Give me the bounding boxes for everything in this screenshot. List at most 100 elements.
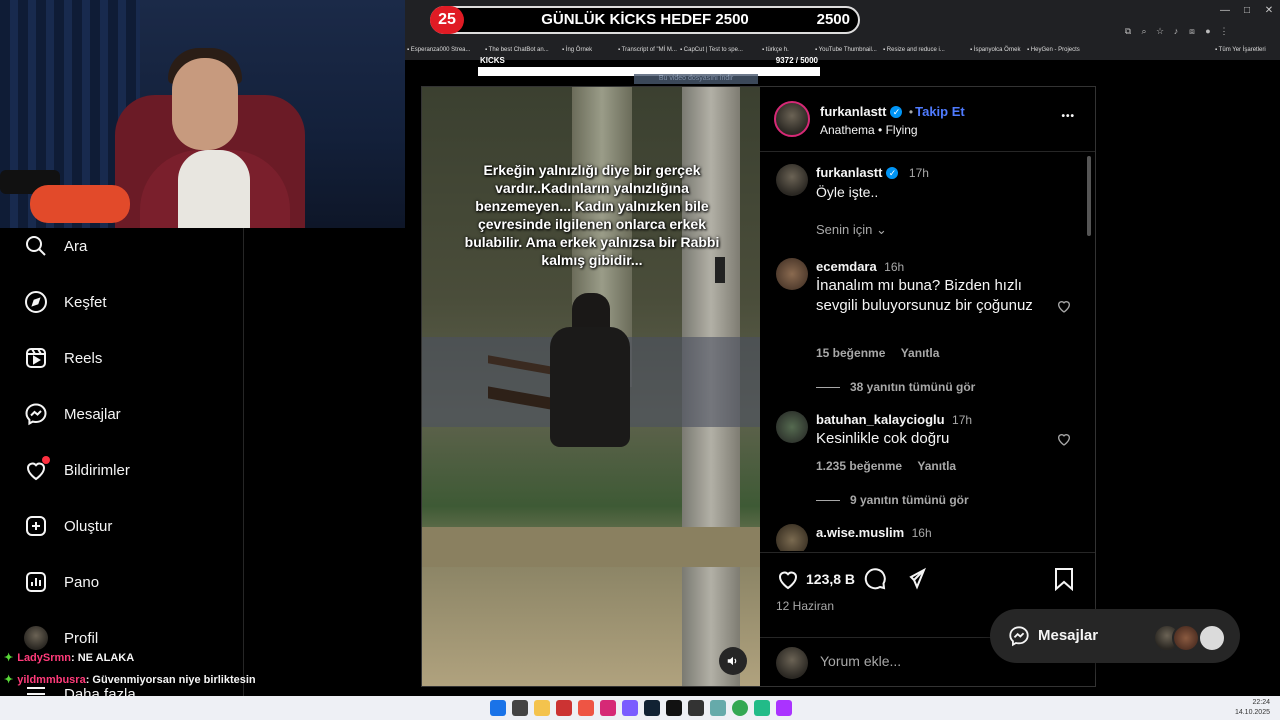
- comment-avatar[interactable]: [776, 524, 808, 551]
- extensions-icon[interactable]: ⧈: [1184, 20, 1200, 42]
- avatar: [24, 626, 48, 650]
- comment-likes[interactable]: 15 beğenme: [816, 346, 885, 360]
- like-comment-icon[interactable]: [1056, 298, 1072, 314]
- app-icon[interactable]: [710, 700, 726, 716]
- bookmark-item[interactable]: ▪ YouTube Thumbnail...: [815, 42, 877, 58]
- post-header: furkanlastt ✓ • Takip Et Anathema • Flying…: [760, 87, 1095, 152]
- goal-title: GÜNLÜK KİCKS HEDEF 2500: [541, 11, 749, 28]
- webcam-feed: [0, 0, 405, 228]
- comment-username[interactable]: a.wise.muslim: [816, 525, 904, 540]
- own-avatar: [776, 647, 808, 679]
- comment-text: Kesinlikle cok doğru: [816, 430, 950, 447]
- author-avatar[interactable]: [776, 164, 808, 196]
- share-icon[interactable]: [902, 567, 926, 591]
- view-replies[interactable]: 38 yanıtın tümünü gör: [816, 380, 975, 394]
- post-modal: Erkeğin yalnızlığı diye bir gerçek vardı…: [421, 86, 1096, 687]
- download-tooltip[interactable]: Bu video dosyasını indir: [634, 74, 758, 84]
- verified-icon: ✓: [886, 166, 899, 179]
- app-icon[interactable]: [622, 700, 638, 716]
- tiktok-icon[interactable]: [666, 700, 682, 716]
- sidebar-item-reels[interactable]: Reels: [24, 340, 102, 376]
- sidebar-item-bildirimler[interactable]: Bildirimler: [24, 452, 130, 488]
- sidebar-item-label: Keşfet: [64, 293, 107, 311]
- app-icon[interactable]: [754, 700, 770, 716]
- comment-avatar[interactable]: [776, 258, 808, 290]
- close-button[interactable]: ✕: [1258, 1, 1280, 21]
- audio-artist: Anathema: [820, 123, 875, 137]
- mute-button[interactable]: [719, 647, 747, 675]
- comment-likes[interactable]: 1.235 beğenme: [816, 459, 902, 473]
- app-icon[interactable]: [578, 700, 594, 716]
- bookmark-item[interactable]: ▪ İspanyolca Örnek: [970, 42, 1020, 58]
- speaker-icon: [727, 656, 737, 666]
- for-you-filter[interactable]: Senin için ⌄: [816, 222, 887, 238]
- reply-button[interactable]: Yanıtla: [901, 346, 940, 360]
- app-icon[interactable]: [776, 700, 792, 716]
- notification-dot: [42, 456, 50, 464]
- like-icon[interactable]: [776, 567, 800, 591]
- goal-target: 2500: [816, 11, 850, 28]
- window-controls: — □ ✕: [1214, 0, 1280, 20]
- sidebar-item-pano[interactable]: Pano: [24, 564, 99, 600]
- sidebar-item-olustur[interactable]: Oluştur: [24, 508, 112, 544]
- audio-song: Flying: [885, 123, 918, 137]
- menu-icon[interactable]: ⋮: [1216, 20, 1232, 42]
- maximize-button[interactable]: □: [1236, 1, 1258, 21]
- audio-info[interactable]: Anathema • Flying: [820, 123, 918, 137]
- kicks-count: 9372 / 5000: [775, 56, 818, 65]
- zoom-icon[interactable]: ⌕: [1136, 20, 1152, 42]
- chat-user: LadySrmn: [17, 652, 72, 664]
- add-comment-input[interactable]: Yorum ekle...: [820, 653, 901, 669]
- save-icon[interactable]: [1053, 567, 1075, 591]
- comment-username[interactable]: ecemdara: [816, 259, 877, 274]
- like-comment-icon[interactable]: [1056, 431, 1072, 447]
- chat-message: ✦ yildmmbusra: Güvenmiyorsan niye birlikt…: [4, 673, 256, 686]
- comment-username[interactable]: furkanlastt: [816, 165, 882, 180]
- audio-icon[interactable]: ♪: [1168, 20, 1184, 42]
- sidebar-item-kesfet[interactable]: Keşfet: [24, 284, 107, 320]
- app-icon[interactable]: [688, 700, 704, 716]
- scrollbar[interactable]: [1087, 156, 1091, 236]
- reel-video[interactable]: Erkeğin yalnızlığı diye bir gerçek vardı…: [422, 87, 760, 686]
- sidebar-item-label: Reels: [64, 349, 103, 367]
- star-icon[interactable]: ☆: [1152, 20, 1168, 42]
- chat-user: yildmmbusra: [17, 674, 86, 686]
- install-icon[interactable]: ⧉: [1120, 20, 1136, 42]
- comment-avatar[interactable]: [776, 411, 808, 443]
- bookmark-item[interactable]: ▪ HeyGen - Projects: [1027, 42, 1080, 58]
- comment-time: 16h: [911, 526, 932, 540]
- author-avatar[interactable]: [774, 101, 810, 137]
- minimize-button[interactable]: —: [1214, 1, 1236, 21]
- sidebar-item-mesajlar[interactable]: Mesajlar: [24, 396, 121, 432]
- sidebar-item-label: Mesajlar: [64, 405, 121, 423]
- comment-username[interactable]: batuhan_kalaycioglu: [816, 412, 945, 427]
- clock-time: 22:24: [1252, 699, 1270, 706]
- comment-text: Öyle işte..: [816, 184, 879, 200]
- author-username[interactable]: furkanlastt: [820, 104, 886, 119]
- bookmark-item[interactable]: ▪ Esperanza000 Strea...: [407, 42, 471, 58]
- avatar: [1198, 624, 1226, 652]
- app-icon[interactable]: [644, 700, 660, 716]
- sidebar-item-label: Pano: [64, 573, 100, 591]
- sidebar-item-label: Profil: [64, 629, 99, 647]
- profile-icon[interactable]: ●: [1200, 20, 1216, 42]
- task-view-icon[interactable]: [512, 700, 528, 716]
- sidebar-item-ara[interactable]: Ara: [24, 228, 87, 264]
- comment-icon[interactable]: [863, 567, 887, 591]
- start-icon[interactable]: [490, 700, 506, 716]
- reply-button[interactable]: Yanıtla: [917, 459, 956, 473]
- clock[interactable]: 22:24 14.10.2025: [1235, 698, 1270, 718]
- chrome-icon[interactable]: [732, 700, 748, 716]
- view-replies[interactable]: 9 yanıtın tümünü gör: [816, 493, 969, 507]
- bookmark-item[interactable]: ▪ Resize and reduce i...: [883, 42, 945, 58]
- app-icon[interactable]: [556, 700, 572, 716]
- instagram-icon[interactable]: [600, 700, 616, 716]
- heart-icon: [24, 456, 50, 482]
- more-options-icon[interactable]: •••: [1061, 111, 1075, 122]
- chevron-down-icon: ⌄: [876, 222, 887, 237]
- messages-pill[interactable]: Mesajlar: [990, 609, 1240, 663]
- folder-icon[interactable]: [534, 700, 550, 716]
- follow-button[interactable]: Takip Et: [915, 104, 965, 119]
- bookmark-item[interactable]: ▪ Tüm Yer İşaretleri: [1215, 42, 1266, 58]
- like-count[interactable]: 123,8 B: [806, 571, 855, 587]
